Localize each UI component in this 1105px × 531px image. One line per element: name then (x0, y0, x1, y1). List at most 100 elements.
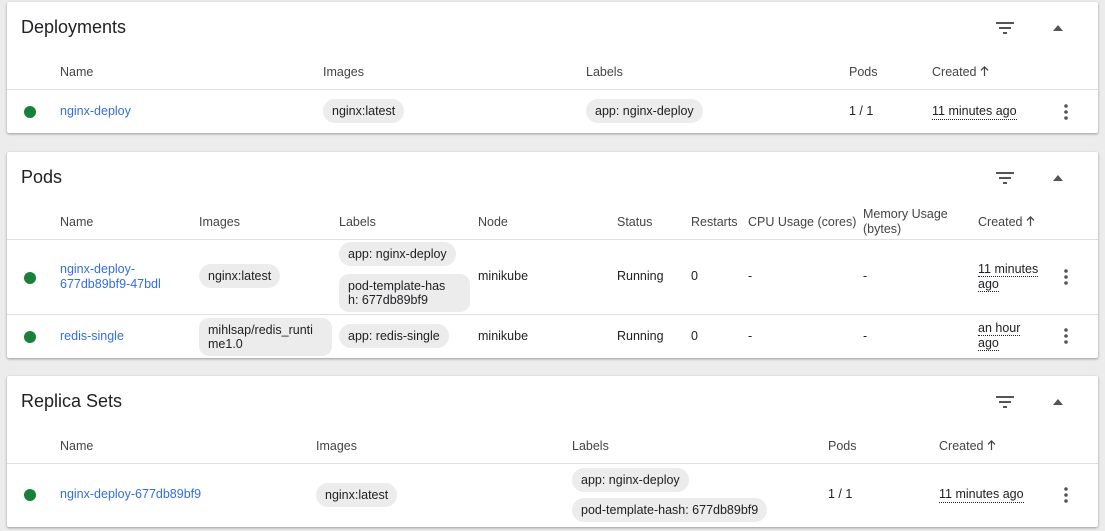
column-header-name[interactable]: Name (60, 439, 93, 454)
column-header-images[interactable]: Images (323, 65, 364, 80)
column-header-label: Created (978, 215, 1023, 229)
restarts-count: 0 (691, 269, 698, 283)
column-header-label: Created (932, 65, 977, 79)
column-header-created[interactable]: Created (939, 439, 996, 454)
filter-icon (996, 22, 1014, 34)
column-header-created[interactable]: Created (978, 215, 1035, 230)
status-running-dot (24, 489, 36, 501)
replica-sets-card: Replica Sets Name Images Labels Pods Cre… (7, 376, 1098, 527)
card-header: Deployments (7, 2, 1098, 54)
expand-less-icon (1053, 175, 1063, 181)
node-name: minikube (478, 269, 529, 283)
created-time: 11 minutes ago (978, 262, 1039, 292)
column-header-labels[interactable]: Labels (339, 215, 376, 230)
created-time: an hour ago (978, 321, 1021, 351)
status-running-dot (24, 106, 36, 118)
more-vert-icon (1064, 487, 1068, 503)
chip-line: h: 677db89bf9 (348, 293, 428, 307)
image-chip: nginx:latest (199, 264, 281, 288)
column-header-node[interactable]: Node (478, 215, 508, 230)
header-divider (7, 463, 1098, 464)
card-title: Pods (21, 167, 63, 187)
row-actions-button[interactable] (1054, 100, 1078, 124)
card-title: Replica Sets (21, 391, 123, 411)
expand-less-icon (1053, 25, 1063, 31)
created-line: ago (978, 277, 999, 292)
column-header-name[interactable]: Name (60, 65, 93, 80)
status-running-dot (24, 331, 36, 343)
column-header-restarts[interactable]: Restarts (691, 215, 738, 230)
pod-status: Running (617, 329, 664, 343)
label-chip: app: nginx-deploy (572, 468, 689, 492)
column-header-label: (bytes) (863, 222, 902, 236)
column-header-images[interactable]: Images (199, 215, 240, 230)
column-header-status[interactable]: Status (617, 215, 652, 230)
memory-usage: - (863, 329, 868, 343)
label-chip: app: nginx-deploy (339, 242, 456, 266)
column-header-pods[interactable]: Pods (828, 439, 857, 454)
pods-count: 1 / 1 (828, 487, 853, 501)
cpu-usage: - (748, 329, 753, 343)
filter-button[interactable] (989, 12, 1021, 44)
label-chip: pod-template-has h: 677db89bf9 (339, 274, 470, 312)
created-line: ago (978, 336, 999, 351)
label-chip: pod-template-hash: 677db89bf9 (572, 498, 768, 522)
status-running-dot (24, 272, 36, 284)
arrow-upward-icon (1026, 216, 1035, 226)
created-time: 11 minutes ago (932, 104, 1017, 120)
collapse-button[interactable] (1042, 12, 1074, 44)
header-divider (7, 89, 1098, 90)
column-header-images[interactable]: Images (316, 439, 357, 454)
column-header-label: Created (939, 439, 984, 453)
chip-line: me1.0 (208, 337, 243, 351)
image-chip: nginx:latest (316, 483, 398, 507)
column-header-pods[interactable]: Pods (849, 65, 878, 80)
restarts-count: 0 (691, 329, 698, 343)
arrow-upward-icon (980, 66, 989, 76)
created-line: 11 minutes (978, 262, 1039, 277)
link-line: 677db89bf9-47bdl (60, 277, 161, 291)
column-header-labels[interactable]: Labels (572, 439, 609, 454)
row-divider (7, 314, 1098, 315)
resource-name-link[interactable]: redis-single (60, 329, 124, 344)
pods-card: Pods Name Images Labels Node Status Rest… (7, 152, 1098, 358)
column-header-label: Memory Usage (863, 207, 948, 221)
memory-usage: - (863, 269, 868, 283)
collapse-button[interactable] (1042, 386, 1074, 418)
column-header-memory[interactable]: Memory Usage (bytes) (863, 207, 948, 237)
cpu-usage: - (748, 269, 753, 283)
filter-button[interactable] (989, 162, 1021, 194)
node-name: minikube (478, 329, 529, 343)
link-line: nginx-deploy- (60, 262, 136, 276)
label-chip: app: redis-single (339, 324, 449, 348)
resource-name-link[interactable]: nginx-deploy- 677db89bf9-47bdl (60, 262, 161, 292)
collapse-button[interactable] (1042, 162, 1074, 194)
filter-icon (996, 396, 1014, 408)
filter-icon (996, 172, 1014, 184)
arrow-upward-icon (987, 440, 996, 450)
image-chip: mihlsap/redis_runti me1.0 (199, 318, 332, 356)
chip-line: pod-template-has (348, 279, 446, 293)
column-header-labels[interactable]: Labels (586, 65, 623, 80)
more-vert-icon (1064, 104, 1068, 120)
row-actions-button[interactable] (1054, 324, 1078, 348)
column-header-cpu[interactable]: CPU Usage (cores) (748, 215, 856, 230)
created-time: 11 minutes ago (939, 487, 1024, 503)
card-title: Deployments (21, 17, 127, 37)
more-vert-icon (1064, 328, 1068, 344)
resource-name-link[interactable]: nginx-deploy (60, 104, 131, 119)
card-header: Replica Sets (7, 376, 1098, 428)
filter-button[interactable] (989, 386, 1021, 418)
column-header-name[interactable]: Name (60, 215, 93, 230)
row-actions-button[interactable] (1054, 483, 1078, 507)
deployments-card: Deployments Name Images Labels Pods Crea… (7, 2, 1098, 133)
pods-count: 1 / 1 (849, 104, 874, 118)
more-vert-icon (1064, 269, 1068, 285)
image-chip: nginx:latest (323, 99, 405, 123)
expand-less-icon (1053, 399, 1063, 405)
row-actions-button[interactable] (1054, 265, 1078, 289)
card-header: Pods (7, 152, 1098, 204)
column-header-created[interactable]: Created (932, 65, 989, 80)
resource-name-link[interactable]: nginx-deploy-677db89bf9 (60, 487, 201, 502)
chip-line: mihlsap/redis_runti (208, 323, 313, 337)
